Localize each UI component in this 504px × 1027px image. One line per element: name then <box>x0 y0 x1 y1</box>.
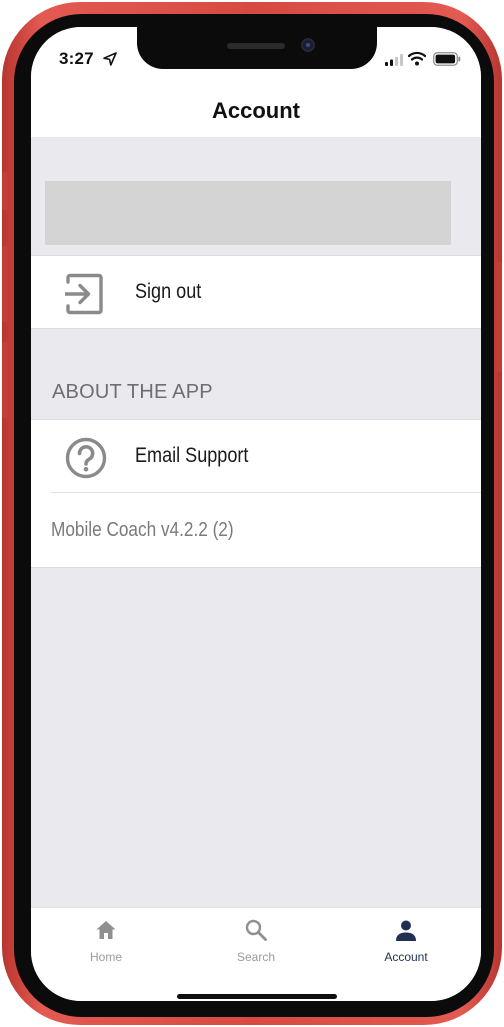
front-camera <box>301 38 315 52</box>
location-arrow-icon <box>103 52 117 66</box>
tab-search[interactable]: Search <box>181 908 331 968</box>
tab-account-label: Account <box>384 950 428 964</box>
sign-out-row[interactable]: Sign out <box>31 255 481 329</box>
tab-bar: Home Search Account <box>31 907 481 1001</box>
app-version-label: Mobile Coach v4.2.2 (2) <box>51 519 234 541</box>
phone-screen: 3:27 Account Sign out ABOUT THE APP Emai… <box>31 27 481 1001</box>
email-support-row[interactable]: Email Support <box>31 419 481 493</box>
navigation-bar: Account <box>31 89 481 137</box>
profile-placeholder <box>45 181 451 245</box>
tab-home[interactable]: Home <box>31 908 181 968</box>
about-section-header: ABOUT THE APP <box>52 381 213 403</box>
earpiece-speaker <box>227 43 285 49</box>
tab-home-label: Home <box>89 950 122 964</box>
search-icon <box>245 919 267 941</box>
page-title: Account <box>212 98 300 123</box>
cellular-signal-icon <box>385 54 403 66</box>
person-icon <box>396 920 416 941</box>
camera-notch <box>137 27 377 69</box>
tab-search-label: Search <box>236 950 276 964</box>
battery-icon <box>433 52 461 66</box>
app-version-row: Mobile Coach v4.2.2 (2) <box>31 493 481 568</box>
status-time: 3:27 <box>59 49 94 68</box>
sign-out-label: Sign out <box>135 280 202 303</box>
wifi-icon <box>408 51 426 66</box>
email-support-label: Email Support <box>135 444 249 467</box>
home-icon <box>96 921 116 939</box>
volume-down-button <box>2 342 8 418</box>
power-button <box>496 262 502 372</box>
help-circle-icon <box>65 437 107 479</box>
home-indicator[interactable] <box>177 994 337 999</box>
volume-up-button <box>2 246 8 322</box>
tab-account[interactable]: Account <box>331 908 481 968</box>
mute-switch <box>2 172 8 210</box>
sign-out-icon <box>65 273 103 315</box>
